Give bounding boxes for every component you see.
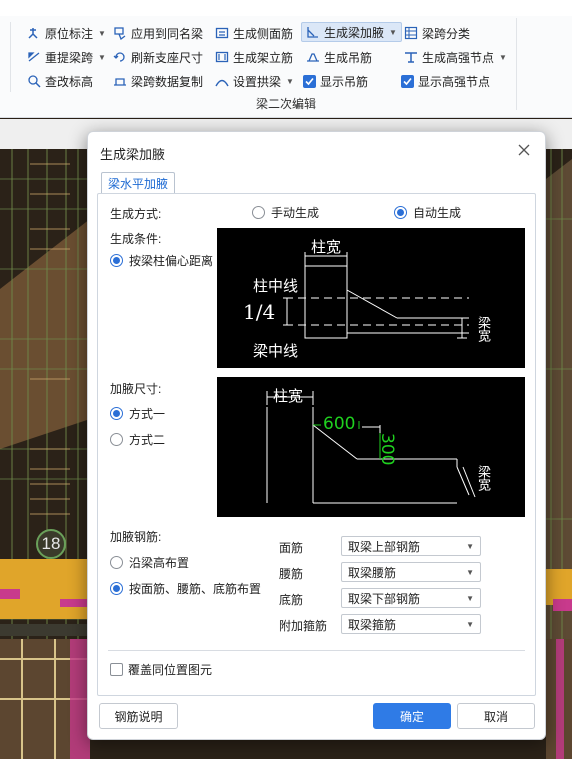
chevron-down-icon: ▼ bbox=[98, 52, 106, 62]
chevron-down-icon: ▼ bbox=[286, 76, 294, 86]
node-icon bbox=[403, 50, 418, 65]
extract-icon bbox=[26, 50, 41, 65]
haunch-icon bbox=[305, 25, 320, 40]
waist-bar-select[interactable]: 取梁腰筋 ▼ bbox=[341, 562, 481, 582]
classify-icon bbox=[403, 26, 418, 41]
dialog-title: 生成梁加腋 bbox=[100, 147, 166, 162]
show-high-strength-node-checkbox[interactable]: 显示高强节点 bbox=[401, 71, 490, 91]
quarter-text: 1/4 bbox=[243, 300, 276, 324]
col-width-text: 柱宽 bbox=[273, 387, 304, 405]
col-width-text: 柱宽 bbox=[311, 238, 342, 256]
radio-selected-icon bbox=[394, 206, 407, 219]
beam-width-text: 梁宽 bbox=[475, 316, 490, 342]
elevation-icon bbox=[26, 74, 41, 89]
size-label: 加腋尺寸: bbox=[110, 382, 162, 396]
apply-beam-icon bbox=[112, 26, 127, 41]
radio-selected-icon bbox=[110, 407, 123, 420]
generate-erection-bars-button[interactable]: 生成架立筋 bbox=[214, 47, 293, 67]
beam-center-text: 梁中线 bbox=[253, 342, 299, 360]
stirrup-label: 附加箍筋 bbox=[279, 619, 328, 633]
checkbox-checked-icon bbox=[303, 74, 316, 88]
generate-high-strength-node-button[interactable]: 生成高强节点 ▼ bbox=[403, 47, 507, 67]
checkbox-checked-icon bbox=[401, 74, 414, 88]
condition-label: 生成条件: bbox=[110, 232, 162, 246]
annotation-icon bbox=[26, 26, 41, 41]
radio-selected-icon bbox=[110, 582, 123, 595]
chevron-down-icon: ▼ bbox=[499, 52, 507, 62]
manual-generate-radio[interactable]: 手动生成 bbox=[252, 204, 319, 221]
apply-same-name-beam-button[interactable]: 应用到同名梁 bbox=[112, 23, 203, 43]
face-bar-label: 面筋 bbox=[279, 541, 304, 555]
rebar-help-button[interactable]: 钢筋说明 bbox=[99, 703, 178, 729]
re-extract-span-button[interactable]: 重提梁跨 ▼ bbox=[26, 47, 106, 67]
chevron-down-icon: ▼ bbox=[466, 593, 474, 603]
ribbon-separator bbox=[10, 22, 11, 92]
beam-width-text: 梁宽 bbox=[475, 465, 490, 491]
radio-icon bbox=[252, 206, 265, 219]
ribbon-top-strip bbox=[0, 0, 572, 16]
stirrup-select[interactable]: 取梁箍筋 ▼ bbox=[341, 614, 481, 634]
refresh-support-size-button[interactable]: 刷新支座尺寸 bbox=[112, 47, 203, 67]
group-expand-icon[interactable]: ▼ bbox=[293, 102, 301, 111]
close-icon[interactable] bbox=[515, 141, 533, 159]
radio-icon bbox=[110, 433, 123, 446]
bottom-bar-select[interactable]: 取梁下部钢筋 ▼ bbox=[341, 588, 481, 608]
ok-button[interactable]: 确定 bbox=[373, 703, 451, 729]
refresh-icon bbox=[112, 50, 127, 65]
chevron-down-icon: ▼ bbox=[98, 28, 106, 38]
auto-generate-radio[interactable]: 自动生成 bbox=[394, 204, 461, 221]
face-bar-select[interactable]: 取梁上部钢筋 ▼ bbox=[341, 536, 481, 556]
col-center-text: 柱中线 bbox=[253, 277, 299, 295]
beam-span-classify-button[interactable]: 梁跨分类 bbox=[403, 23, 470, 43]
divider bbox=[108, 650, 525, 651]
generate-haunch-dialog: 生成梁加腋 梁水平加腋 生成方式: 手动生成 自动生成 生成条件: 按梁柱偏心距… bbox=[87, 131, 546, 740]
chevron-down-icon: ▼ bbox=[466, 541, 474, 551]
gen-method-label: 生成方式: bbox=[110, 207, 162, 221]
check-elevation-button[interactable]: 查改标高 bbox=[26, 71, 93, 91]
tab-horizontal-haunch[interactable]: 梁水平加腋 bbox=[101, 172, 176, 194]
copy-span-icon bbox=[112, 74, 127, 89]
checkbox-icon bbox=[110, 663, 123, 676]
size-diagram: 柱宽 600 300 梁宽 bbox=[217, 377, 525, 517]
chevron-down-icon: ▼ bbox=[466, 567, 474, 577]
dim-300-text: 300 bbox=[377, 433, 397, 466]
rebar-label: 加腋钢筋: bbox=[110, 530, 162, 544]
hanger-icon bbox=[305, 50, 320, 65]
mode-two-radio[interactable]: 方式二 bbox=[110, 431, 165, 448]
chevron-down-icon: ▼ bbox=[389, 27, 397, 37]
bottom-bar-label: 底筋 bbox=[279, 593, 304, 607]
axis-marker: 18 bbox=[36, 529, 66, 559]
mode-one-radio[interactable]: 方式一 bbox=[110, 405, 165, 422]
side-bars-icon bbox=[214, 26, 229, 41]
span-data-copy-button[interactable]: 梁跨数据复制 bbox=[112, 71, 203, 91]
ribbon-toolbar: 原位标注 ▼ 应用到同名梁 生成侧面筋 生成梁加腋 ▼ 梁跨分类 重提梁跨 ▼ 刷新支… bbox=[0, 0, 572, 118]
generate-beam-haunch-button[interactable]: 生成梁加腋 ▼ bbox=[301, 22, 402, 42]
radio-icon bbox=[110, 556, 123, 569]
condition-diagram: 柱宽 柱中线 1/4 梁中线 梁宽 bbox=[217, 228, 525, 368]
ribbon-group-label: 梁二次编辑 bbox=[255, 97, 316, 111]
dim-600-text: 600 bbox=[323, 414, 356, 434]
show-hanger-bars-checkbox[interactable]: 显示吊筋 bbox=[303, 71, 368, 91]
along-beam-height-radio[interactable]: 沿梁高布置 bbox=[110, 554, 189, 571]
overwrite-same-position-checkbox[interactable]: 覆盖同位置图元 bbox=[110, 661, 212, 678]
chevron-down-icon: ▼ bbox=[466, 619, 474, 629]
cancel-button[interactable]: 取消 bbox=[457, 703, 535, 729]
haunch-options-panel: 生成方式: 手动生成 自动生成 生成条件: 按梁柱偏心距离 柱宽 柱中线 1/4… bbox=[97, 193, 536, 696]
radio-selected-icon bbox=[110, 254, 123, 267]
erection-bars-icon bbox=[214, 50, 229, 65]
eccentric-distance-radio[interactable]: 按梁柱偏心距离 bbox=[110, 252, 213, 269]
in-situ-annotation-button[interactable]: 原位标注 ▼ bbox=[26, 23, 106, 43]
generate-hanger-bars-button[interactable]: 生成吊筋 bbox=[305, 47, 372, 67]
generate-side-bars-button[interactable]: 生成侧面筋 bbox=[214, 23, 293, 43]
arch-icon bbox=[214, 74, 229, 89]
waist-bar-label: 腰筋 bbox=[279, 567, 304, 581]
by-face-waist-bottom-radio[interactable]: 按面筋、腰筋、底筋布置 bbox=[110, 580, 261, 597]
set-arch-beam-button[interactable]: 设置拱梁 ▼ bbox=[214, 71, 294, 91]
